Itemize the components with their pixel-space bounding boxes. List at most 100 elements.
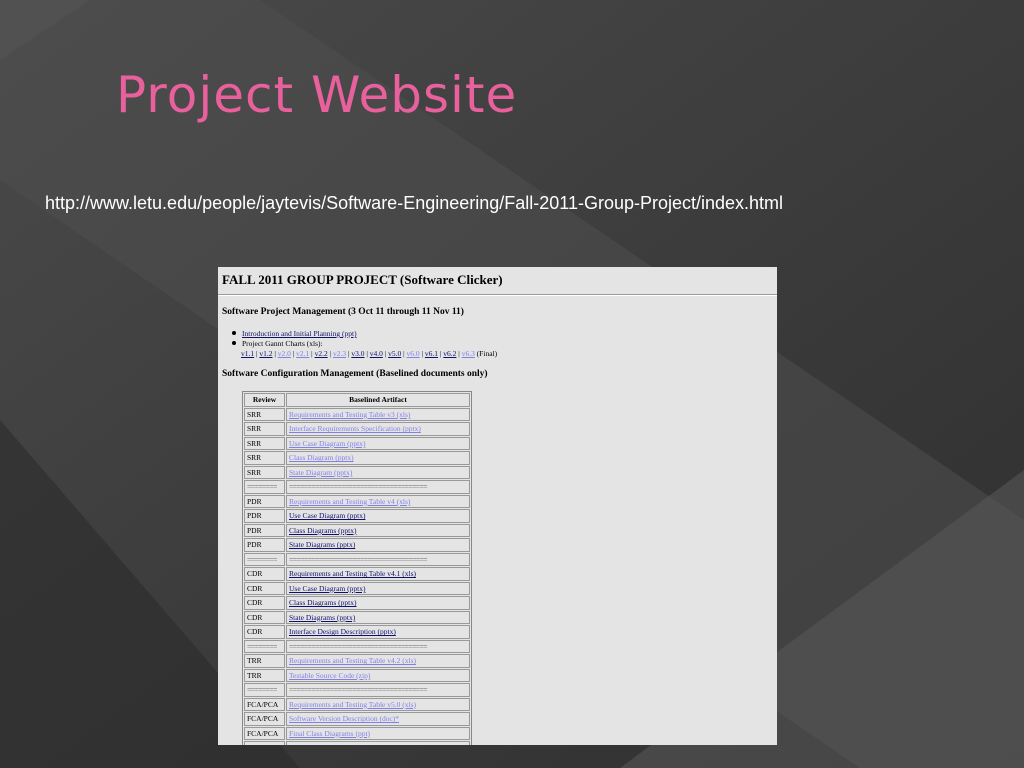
gannt-version-link[interactable]: v1.1: [241, 349, 254, 358]
gannt-version-link[interactable]: v5.0: [388, 349, 401, 358]
gannt-version-link[interactable]: v6.2: [443, 349, 456, 358]
artifact-link[interactable]: State Diagrams (pptx): [289, 613, 355, 622]
gannt-version-link[interactable]: v6.3: [462, 349, 475, 358]
table-row: TRR Testable Source Code (zip): [244, 668, 470, 682]
gannt-version-link[interactable]: v1.2: [259, 349, 272, 358]
gannt-version-link[interactable]: v2.0: [278, 349, 291, 358]
horizontal-rule: [218, 294, 777, 296]
separator-cell: ========: [244, 683, 285, 697]
artifact-link[interactable]: State Diagram (pptx): [289, 468, 352, 477]
separator-cell: ========: [244, 552, 285, 566]
artifact-cell: Use Case Diagram (pptx): [286, 509, 470, 523]
review-cell: CDR: [244, 596, 285, 610]
table-row: FCA/PCAFinal Source and Class Code (zip): [244, 741, 470, 745]
artifact-link[interactable]: Class Diagrams (pptx): [289, 598, 357, 607]
artifact-link[interactable]: Use Case Diagram (pptx): [289, 511, 365, 520]
artifact-link[interactable]: Source: [306, 743, 327, 745]
artifact-cell: Requirements and Testing Table v3 (xls): [286, 407, 470, 421]
review-cell: FCA/PCA: [244, 712, 285, 726]
project-url[interactable]: http://www.letu.edu/people/jaytevis/Soft…: [45, 193, 783, 214]
table-row: CDR Requirements and Testing Table v4.1 (…: [244, 567, 470, 581]
artifact-cell: Class Diagrams (pptx): [286, 596, 470, 610]
table-row: PDR Requirements and Testing Table v4 (xl…: [244, 494, 470, 508]
artifact-link[interactable]: Class: [342, 743, 358, 745]
table-separator-row: ======== ================================…: [244, 639, 470, 653]
artifact-link[interactable]: Interface Design Description (pptx): [289, 627, 396, 636]
review-cell: TRR: [244, 668, 285, 682]
artifact-link[interactable]: Class Diagrams (pptx): [289, 526, 357, 535]
review-cell: PDR: [244, 523, 285, 537]
gannt-label: Project Gannt Charts (xls):: [242, 339, 323, 348]
artifact-link[interactable]: Requirements and Testing Table v4.1 (xls…: [289, 569, 416, 578]
artifact-cell: Interface Design Description (pptx): [286, 625, 470, 639]
artifact-link[interactable]: Software Version Description (doc)*: [289, 714, 399, 723]
artifact-link[interactable]: Requirements and Testing Table v3 (xls): [289, 410, 410, 419]
review-cell: FCA/PCA: [244, 741, 285, 745]
table-row: CDR Use Case Diagram (pptx): [244, 581, 470, 595]
review-cell: PDR: [244, 509, 285, 523]
artifact-link[interactable]: Requirements and Testing Table v4.2 (xls…: [289, 656, 416, 665]
artifact-cell: Requirements and Testing Table v5.0 (xls…: [286, 697, 470, 711]
gannt-version-link[interactable]: v2.1: [296, 349, 309, 358]
column-header-artifact: Baselined Artifact: [286, 393, 470, 407]
scm-heading: Software Configuration Management (Basel…: [222, 369, 488, 379]
artifact-cell: Interface Requirements Specification (pp…: [286, 422, 470, 436]
artifact-link[interactable]: Class Diagram (pptx): [289, 453, 354, 462]
column-header-review: Review: [244, 393, 285, 407]
gannt-version-link[interactable]: v2.2: [315, 349, 328, 358]
page-heading: FALL 2011 GROUP PROJECT (Software Clicke…: [222, 272, 503, 287]
artifact-cell: Use Case Diagram (pptx): [286, 581, 470, 595]
artifact-cell: Class Diagram (pptx): [286, 451, 470, 465]
review-cell: CDR: [244, 567, 285, 581]
separator-cell: =====================================: [286, 683, 470, 697]
table-row: SRR State Diagram (pptx): [244, 465, 470, 479]
artifact-link[interactable]: Use Case Diagram (pptx): [289, 584, 365, 593]
table-row: FCA/PCA Requirements and Testing Table v5…: [244, 697, 470, 711]
slide-title: Project Website: [116, 66, 518, 124]
separator-cell: =====================================: [286, 480, 470, 494]
artifact-link[interactable]: Interface Requirements Specification (pp…: [289, 424, 421, 433]
artifact-link[interactable]: Use Case Diagram (pptx): [289, 439, 365, 448]
artifact-link[interactable]: Requirements and Testing Table v4 (xls): [289, 497, 410, 506]
intro-planning-link[interactable]: Introduction and Initial Planning (ppt): [242, 329, 357, 338]
table-row: SRR Requirements and Testing Table v3 (xl…: [244, 407, 470, 421]
review-cell: TRR: [244, 654, 285, 668]
artifact-cell: Requirements and Testing Table v4.2 (xls…: [286, 654, 470, 668]
artifact-text: and: [327, 743, 342, 745]
table-row: CDR Interface Design Description (pptx): [244, 625, 470, 639]
bullet-gannt: Project Gannt Charts (xls):: [232, 339, 323, 348]
gannt-version-link[interactable]: v2.3: [333, 349, 346, 358]
artifact-cell: State Diagram (pptx): [286, 465, 470, 479]
final-label: (Final): [474, 349, 498, 358]
table-row: FCA/PCA Final Class Diagrams (ppt): [244, 726, 470, 740]
artifact-cell: Final Source and Class Code (zip): [286, 741, 470, 745]
artifact-link[interactable]: Requirements and Testing Table v5.0 (xls…: [289, 700, 416, 709]
artifact-text: Final: [289, 743, 306, 745]
artifact-table: Review Baselined Artifact SRR Requirement…: [242, 391, 472, 745]
review-cell: SRR: [244, 422, 285, 436]
gannt-version-link[interactable]: v4.0: [370, 349, 383, 358]
artifact-link[interactable]: State Diagrams (pptx): [289, 540, 355, 549]
table-separator-row: ======== ================================…: [244, 480, 470, 494]
review-cell: FCA/PCA: [244, 697, 285, 711]
review-cell: SRR: [244, 465, 285, 479]
table-separator-row: ======== ================================…: [244, 552, 470, 566]
artifact-cell: Requirements and Testing Table v4.1 (xls…: [286, 567, 470, 581]
table-row: CDR Class Diagrams (pptx): [244, 596, 470, 610]
artifact-cell: Testable Source Code (zip): [286, 668, 470, 682]
artifact-cell: State Diagrams (pptx): [286, 538, 470, 552]
gannt-version-links: v1.1 | v1.2 | v2.0 | v2.1 | v2.2 | v2.3 …: [241, 349, 497, 358]
table-row: SRR Class Diagram (pptx): [244, 451, 470, 465]
artifact-link[interactable]: Final Class Diagrams (ppt): [289, 729, 370, 738]
review-cell: SRR: [244, 436, 285, 450]
gannt-version-link[interactable]: v3.0: [351, 349, 364, 358]
separator-cell: =====================================: [286, 552, 470, 566]
gannt-version-link[interactable]: v6.0: [407, 349, 420, 358]
artifact-link[interactable]: Testable Source Code (zip): [289, 671, 370, 680]
bullet-dot-icon: [232, 341, 236, 346]
separator-cell: ========: [244, 639, 285, 653]
website-screenshot: FALL 2011 GROUP PROJECT (Software Clicke…: [218, 267, 777, 745]
table-row: FCA/PCA Software Version Description (doc…: [244, 712, 470, 726]
separator-cell: =====================================: [286, 639, 470, 653]
gannt-version-link[interactable]: v6.1: [425, 349, 438, 358]
